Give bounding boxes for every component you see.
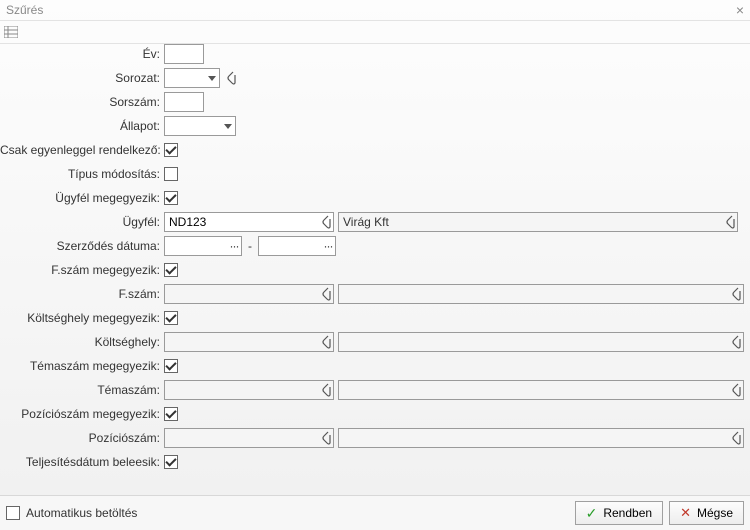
ugyfel-megegyezik-checkbox[interactable] — [164, 191, 178, 205]
temaszam-b-field — [338, 380, 744, 400]
label-sorszam: Sorszám: — [0, 95, 164, 109]
ok-button[interactable]: ✓ Rendben — [575, 501, 663, 525]
date-range-dash: - — [246, 239, 254, 253]
label-sorozat: Sorozat: — [0, 71, 164, 85]
attachment-icon[interactable] — [723, 215, 737, 229]
label-tipusmod: Típus módosítás: — [0, 167, 164, 181]
year-input[interactable] — [164, 44, 204, 64]
cancel-button[interactable]: ✕ Mégse — [669, 501, 744, 525]
koltseghely-megegyezik-checkbox[interactable] — [164, 311, 178, 325]
sorozat-combo[interactable] — [164, 68, 220, 88]
close-icon[interactable]: × — [736, 0, 744, 20]
fszam-a-field[interactable] — [164, 284, 334, 304]
attachment-icon[interactable] — [319, 287, 333, 301]
szerzodes-from-input[interactable]: ··· — [164, 236, 242, 256]
ugyfel-name-value: Virág Kft — [339, 215, 723, 229]
check-icon: ✓ — [586, 505, 598, 522]
teljesites-checkbox[interactable] — [164, 455, 178, 469]
x-icon: ✕ — [680, 505, 691, 521]
list-grid-icon[interactable] — [4, 26, 18, 38]
pozicioszam-megegyezik-checkbox[interactable] — [164, 407, 178, 421]
button-bar: Automatikus betöltés ✓ Rendben ✕ Mégse — [0, 495, 750, 530]
chevron-down-icon — [205, 69, 219, 87]
allapot-combo[interactable] — [164, 116, 236, 136]
szerzodes-to-input[interactable]: ··· — [258, 236, 336, 256]
auto-load-group: Automatikus betöltés — [6, 506, 137, 520]
attachment-icon[interactable] — [319, 335, 333, 349]
fszam-b-field — [338, 284, 744, 304]
label-egyenleg: Csak egyenleggel rendelkező: — [0, 143, 164, 157]
ugyfel-name-field: Virág Kft — [338, 212, 738, 232]
ellipsis-icon[interactable]: ··· — [227, 237, 241, 255]
label-allapot: Állapot: — [0, 119, 164, 133]
label-ugyfel-megegyezik: Ügyfél megegyezik: — [0, 191, 164, 205]
attachment-icon[interactable] — [319, 215, 333, 229]
temaszam-megegyezik-checkbox[interactable] — [164, 359, 178, 373]
fszam-megegyezik-checkbox[interactable] — [164, 263, 178, 277]
attachment-icon[interactable] — [729, 431, 743, 445]
label-temaszam: Témaszám: — [0, 383, 164, 397]
pozicioszam-a-field[interactable] — [164, 428, 334, 448]
ugyfel-code-input[interactable] — [165, 213, 319, 231]
sorszam-input[interactable] — [164, 92, 204, 112]
attachment-icon[interactable] — [224, 71, 238, 85]
label-pozicioszam-megegyezik: Pozíciószám megegyezik: — [0, 407, 164, 421]
attachment-icon[interactable] — [729, 383, 743, 397]
egyenleg-checkbox[interactable] — [164, 143, 178, 157]
temaszam-a-field[interactable] — [164, 380, 334, 400]
label-pozicioszam: Pozíciószám: — [0, 431, 164, 445]
label-fszam: F.szám: — [0, 287, 164, 301]
attachment-icon[interactable] — [729, 335, 743, 349]
attachment-icon[interactable] — [319, 383, 333, 397]
tipusmod-checkbox[interactable] — [164, 167, 178, 181]
ugyfel-code-field[interactable] — [164, 212, 334, 232]
auto-load-checkbox[interactable] — [6, 506, 20, 520]
ellipsis-icon[interactable]: ··· — [321, 237, 335, 255]
pozicioszam-b-field — [338, 428, 744, 448]
label-szerzodes: Szerződés dátuma: — [0, 239, 164, 253]
label-ugyfel: Ügyfél: — [0, 215, 164, 229]
attachment-icon[interactable] — [729, 287, 743, 301]
window-title: Szűrés — [6, 0, 43, 20]
label-fszam-megegyezik: F.szám megegyezik: — [0, 263, 164, 277]
chevron-down-icon — [221, 117, 235, 135]
label-teljesites: Teljesítésdátum beleesik: — [0, 455, 164, 469]
titlebar: Szűrés × — [0, 0, 750, 21]
label-koltseghely: Költséghely: — [0, 335, 164, 349]
filter-form: Év: Sorozat: Sorszám: — [0, 42, 750, 494]
koltseghely-a-field[interactable] — [164, 332, 334, 352]
koltseghely-b-field — [338, 332, 744, 352]
label-koltseghely-megegyezik: Költséghely megegyezik: — [0, 311, 164, 325]
toolbar — [0, 21, 750, 44]
attachment-icon[interactable] — [319, 431, 333, 445]
label-temaszam-megegyezik: Témaszám megegyezik: — [0, 359, 164, 373]
label-ev: Év: — [0, 47, 164, 61]
auto-load-label: Automatikus betöltés — [26, 506, 137, 520]
